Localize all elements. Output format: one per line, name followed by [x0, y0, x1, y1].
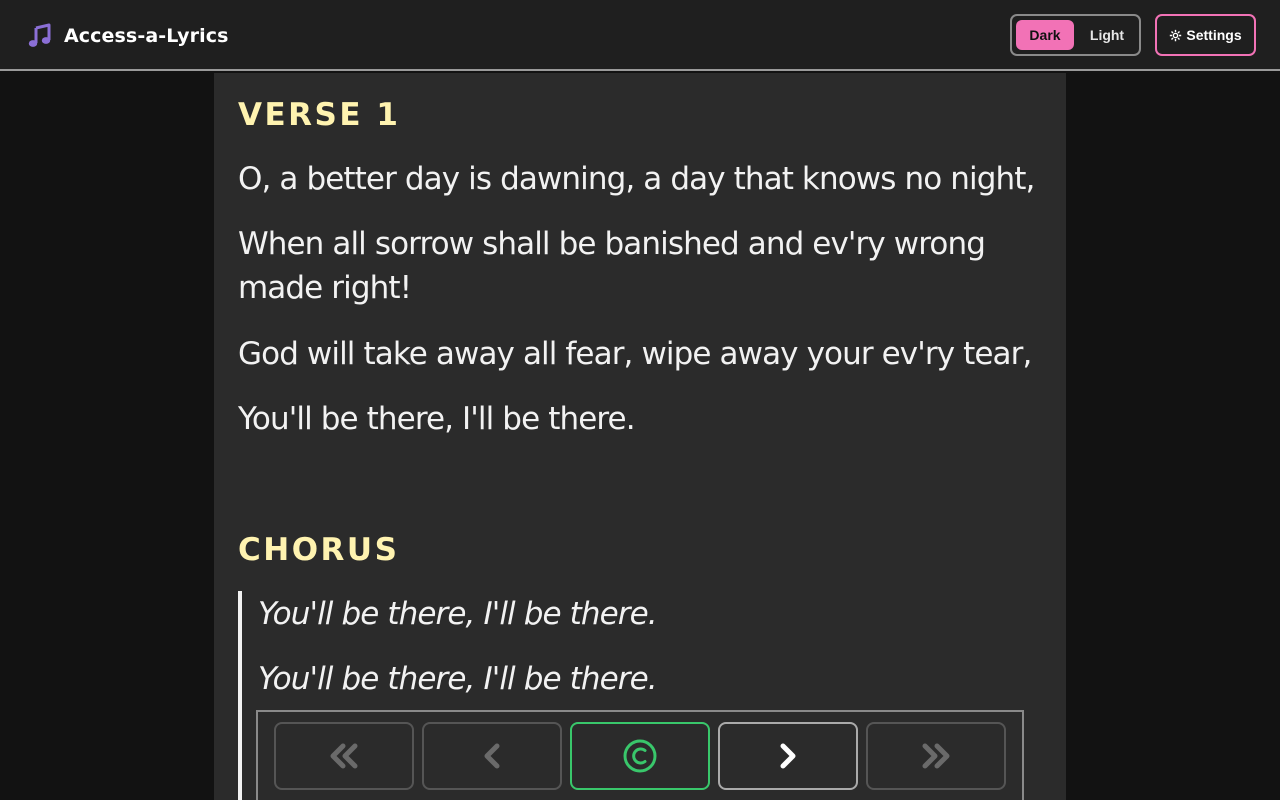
double-chevron-left-icon — [330, 743, 358, 769]
chorus-heading: CHORUS — [238, 532, 400, 568]
chorus-line: You'll be there, I'll be there. — [258, 596, 658, 632]
theme-light-button[interactable]: Light — [1078, 20, 1136, 50]
lyric-line: When all sorrow shall be banished and ev… — [238, 226, 986, 306]
first-section-button[interactable] — [274, 722, 414, 790]
lyric-line: You'll be there, I'll be there. — [238, 401, 636, 437]
verse-heading: VERSE 1 — [238, 97, 401, 133]
settings-label: Settings — [1186, 27, 1242, 43]
chevron-left-icon — [484, 743, 500, 769]
last-section-button[interactable] — [866, 722, 1006, 790]
gear-icon — [1170, 29, 1182, 41]
previous-section-button[interactable] — [422, 722, 562, 790]
chorus-button[interactable] — [570, 722, 710, 790]
theme-toggle: Dark Light — [1010, 14, 1141, 56]
brand[interactable]: Access-a-Lyrics — [27, 22, 228, 50]
music-note-icon — [28, 23, 51, 47]
chorus-c-icon — [623, 739, 657, 773]
navigation-controls — [256, 710, 1024, 800]
chevron-right-icon — [780, 743, 796, 769]
chorus-indicator-bar — [238, 591, 242, 800]
settings-button[interactable]: Settings — [1155, 14, 1256, 56]
next-section-button[interactable] — [718, 722, 858, 790]
app-header: Access-a-Lyrics Dark Light Settings — [0, 0, 1280, 71]
lyric-line: O, a better day is dawning, a day that k… — [238, 161, 1035, 197]
lyric-line: God will take away all fear, wipe away y… — [238, 336, 1032, 372]
double-chevron-right-icon — [922, 743, 950, 769]
lyrics-panel: VERSE 1 O, a better day is dawning, a da… — [214, 73, 1066, 800]
theme-dark-button[interactable]: Dark — [1016, 20, 1074, 50]
app-title: Access-a-Lyrics — [64, 25, 229, 47]
chorus-line: You'll be there, I'll be there. — [258, 661, 658, 697]
